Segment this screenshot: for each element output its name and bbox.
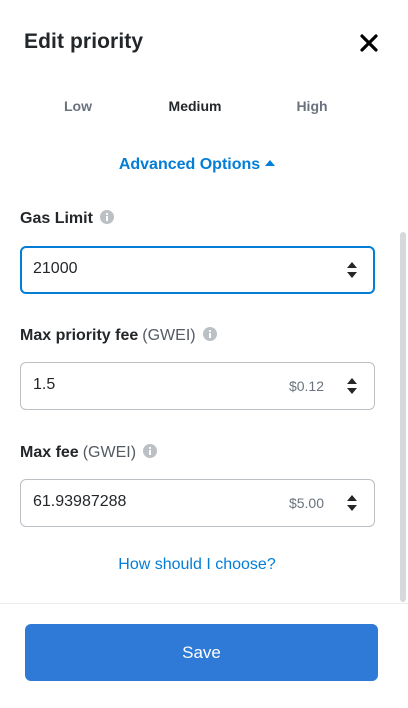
- close-icon[interactable]: [358, 32, 380, 54]
- info-icon[interactable]: [143, 444, 158, 458]
- gas-limit-label-text: Gas Limit: [20, 210, 93, 227]
- max-fee-label-text: Max fee: [20, 444, 79, 461]
- advanced-options-label: Advanced Options: [118, 156, 261, 173]
- max-fee-fiat: $5.00: [288, 495, 324, 511]
- max-fee-label: Max fee (GWEI): [20, 444, 158, 462]
- max-fee-input[interactable]: 61.93987288 $5.00: [20, 479, 375, 527]
- save-button[interactable]: Save: [25, 624, 378, 681]
- max-fee-value[interactable]: 61.93987288: [33, 493, 126, 511]
- max-priority-fee-fiat: $0.12: [288, 378, 324, 394]
- max-priority-fee-label: Max priority fee (GWEI): [20, 327, 217, 345]
- gas-limit-label: Gas Limit: [20, 210, 114, 228]
- gas-limit-input[interactable]: 21000: [20, 246, 375, 294]
- max-fee-stepper[interactable]: [346, 494, 358, 512]
- tab-high[interactable]: High: [296, 98, 327, 114]
- max-priority-fee-value[interactable]: 1.5: [33, 376, 55, 394]
- max-priority-fee-unit: (GWEI): [142, 327, 196, 344]
- edit-priority-panel: Edit priority Low Medium High Advanced O…: [0, 0, 408, 708]
- info-icon[interactable]: [99, 210, 114, 224]
- tab-medium[interactable]: Medium: [169, 98, 222, 114]
- advanced-options-toggle[interactable]: Advanced Options: [0, 156, 394, 174]
- page-title: Edit priority: [24, 30, 144, 53]
- footer-divider: [0, 603, 408, 604]
- caret-up-icon: [265, 160, 276, 166]
- max-priority-fee-label-text: Max priority fee: [20, 327, 139, 344]
- tab-low[interactable]: Low: [64, 98, 92, 114]
- how-should-i-choose-link[interactable]: How should I choose?: [0, 556, 394, 574]
- gas-limit-stepper[interactable]: [346, 261, 358, 279]
- max-priority-fee-input[interactable]: 1.5 $0.12: [20, 362, 375, 410]
- info-icon[interactable]: [202, 327, 217, 341]
- max-priority-fee-stepper[interactable]: [346, 377, 358, 395]
- scrollbar[interactable]: [400, 232, 406, 602]
- header: Edit priority: [24, 30, 384, 60]
- max-fee-unit: (GWEI): [82, 444, 137, 461]
- gas-limit-value[interactable]: 21000: [33, 260, 78, 278]
- priority-tabs: Low Medium High: [0, 98, 408, 120]
